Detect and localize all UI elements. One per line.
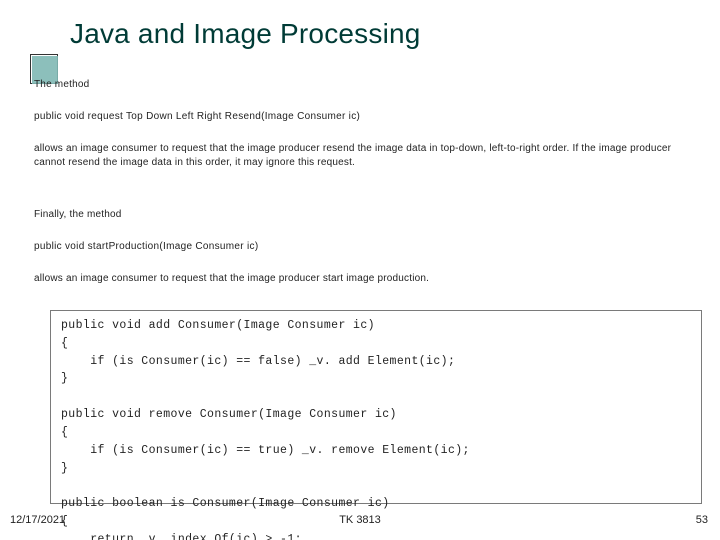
text-finally: Finally, the method (34, 208, 690, 222)
text-desc-1: allows an image consumer to request that… (34, 142, 690, 169)
footer-page-number: 53 (696, 514, 708, 526)
method-signature-1: public void request Top Down Left Right … (34, 110, 690, 124)
footer-course: TK 3813 (0, 514, 720, 526)
page-title: Java and Image Processing (70, 18, 421, 50)
code-listing: public void add Consumer(Image Consumer … (50, 310, 702, 504)
text-intro: The method (34, 78, 690, 92)
footer: 12/17/2021 TK 3813 53 (0, 514, 720, 532)
slide: Java and Image Processing The method pub… (0, 0, 720, 540)
text-desc-2: allows an image consumer to request that… (34, 272, 690, 286)
method-signature-2: public void startProduction(Image Consum… (34, 240, 690, 254)
